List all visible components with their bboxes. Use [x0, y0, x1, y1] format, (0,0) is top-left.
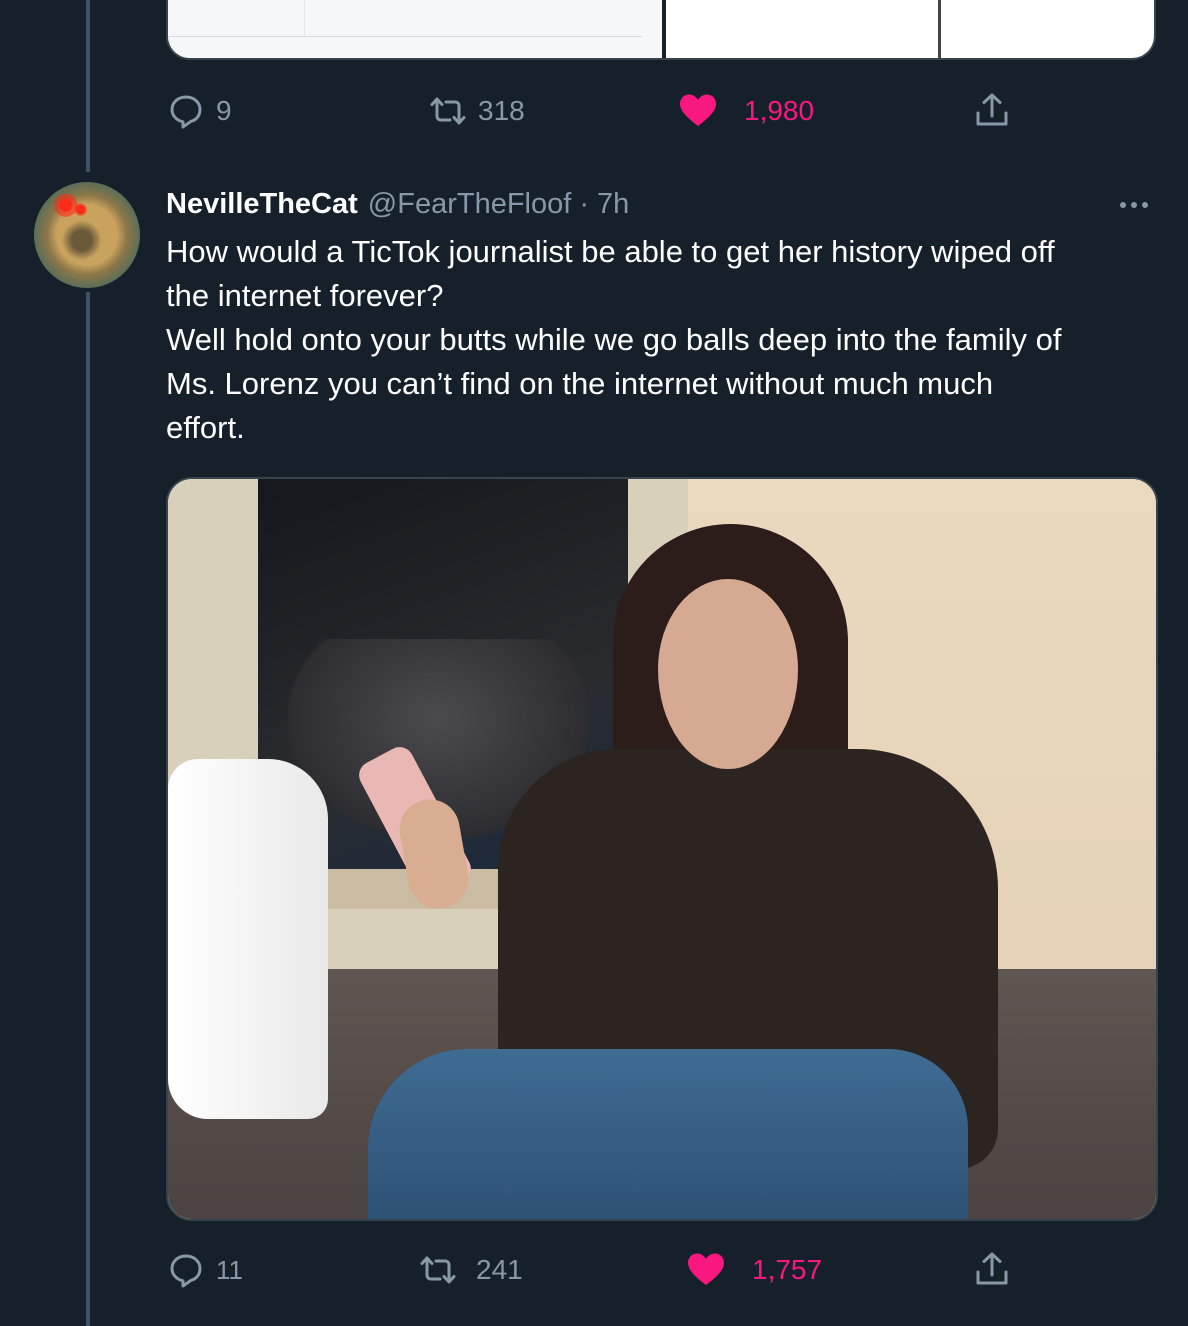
tweet-action-bar: 11 241 1,757: [166, 1248, 1046, 1292]
retweet-count: 318: [478, 95, 525, 126]
share-icon: [972, 1250, 1012, 1290]
thread-connector-line: [86, 0, 90, 172]
reply-button[interactable]: 11: [166, 1248, 243, 1292]
share-button[interactable]: [972, 1248, 1012, 1292]
like-count: 1,757: [752, 1254, 823, 1285]
more-options-button[interactable]: [1112, 188, 1156, 222]
photo-pillow: [168, 759, 328, 1119]
more-icon: [1142, 202, 1148, 208]
retweet-button[interactable]: 318: [428, 89, 525, 133]
retweet-icon: [428, 91, 468, 131]
author-handle[interactable]: @FearTheFloof: [368, 188, 572, 221]
divider: [168, 36, 642, 37]
like-count: 1,980: [744, 95, 815, 126]
reply-count: 11: [216, 1254, 243, 1285]
photo-person-jeans: [368, 1049, 968, 1219]
author-name[interactable]: NevilleTheCat: [166, 188, 358, 221]
tweet-text-line: Ms. Lorenz you can’t find on the interne…: [166, 366, 994, 401]
heart-icon: [678, 91, 718, 131]
more-icon: [1131, 202, 1137, 208]
tweet-text-line: the internet forever?: [166, 278, 444, 313]
reply-button[interactable]: 9: [166, 89, 232, 133]
tweet-header: NevilleTheCat @FearTheFloof · 7h: [166, 183, 629, 225]
tweet-photo[interactable]: [166, 477, 1158, 1221]
like-button[interactable]: 1,757: [686, 1248, 822, 1292]
more-icon: [1120, 202, 1126, 208]
tweet-text-line: How would a TicTok journalist be able to…: [166, 234, 1055, 269]
retweet-icon: [418, 1250, 458, 1290]
share-icon: [972, 91, 1012, 131]
reply-icon: [166, 91, 206, 131]
heart-icon: [686, 1250, 726, 1290]
tweet-timestamp[interactable]: 7h: [597, 188, 629, 221]
media-left-pane: [168, 0, 662, 58]
thread-connector-line: [86, 292, 90, 1326]
reply-count: 9: [216, 95, 232, 126]
separator-dot: ·: [579, 187, 589, 220]
previous-tweet-media[interactable]: [166, 0, 1156, 60]
retweet-button[interactable]: 241: [418, 1248, 523, 1292]
like-button[interactable]: 1,980: [678, 89, 814, 133]
tweet-text-line: effort.: [166, 410, 245, 445]
tweet-text: How would a TicTok journalist be able to…: [166, 230, 1166, 450]
avatar[interactable]: [34, 182, 140, 288]
media-divider: [662, 0, 666, 58]
divider: [304, 0, 305, 36]
share-button[interactable]: [972, 89, 1012, 133]
reply-icon: [166, 1250, 206, 1290]
retweet-count: 241: [476, 1254, 523, 1285]
tweet-text-line: Well hold onto your butts while we go ba…: [166, 322, 1062, 357]
previous-tweet-action-bar: 9 318 1,980: [166, 89, 1046, 133]
divider: [938, 0, 941, 58]
